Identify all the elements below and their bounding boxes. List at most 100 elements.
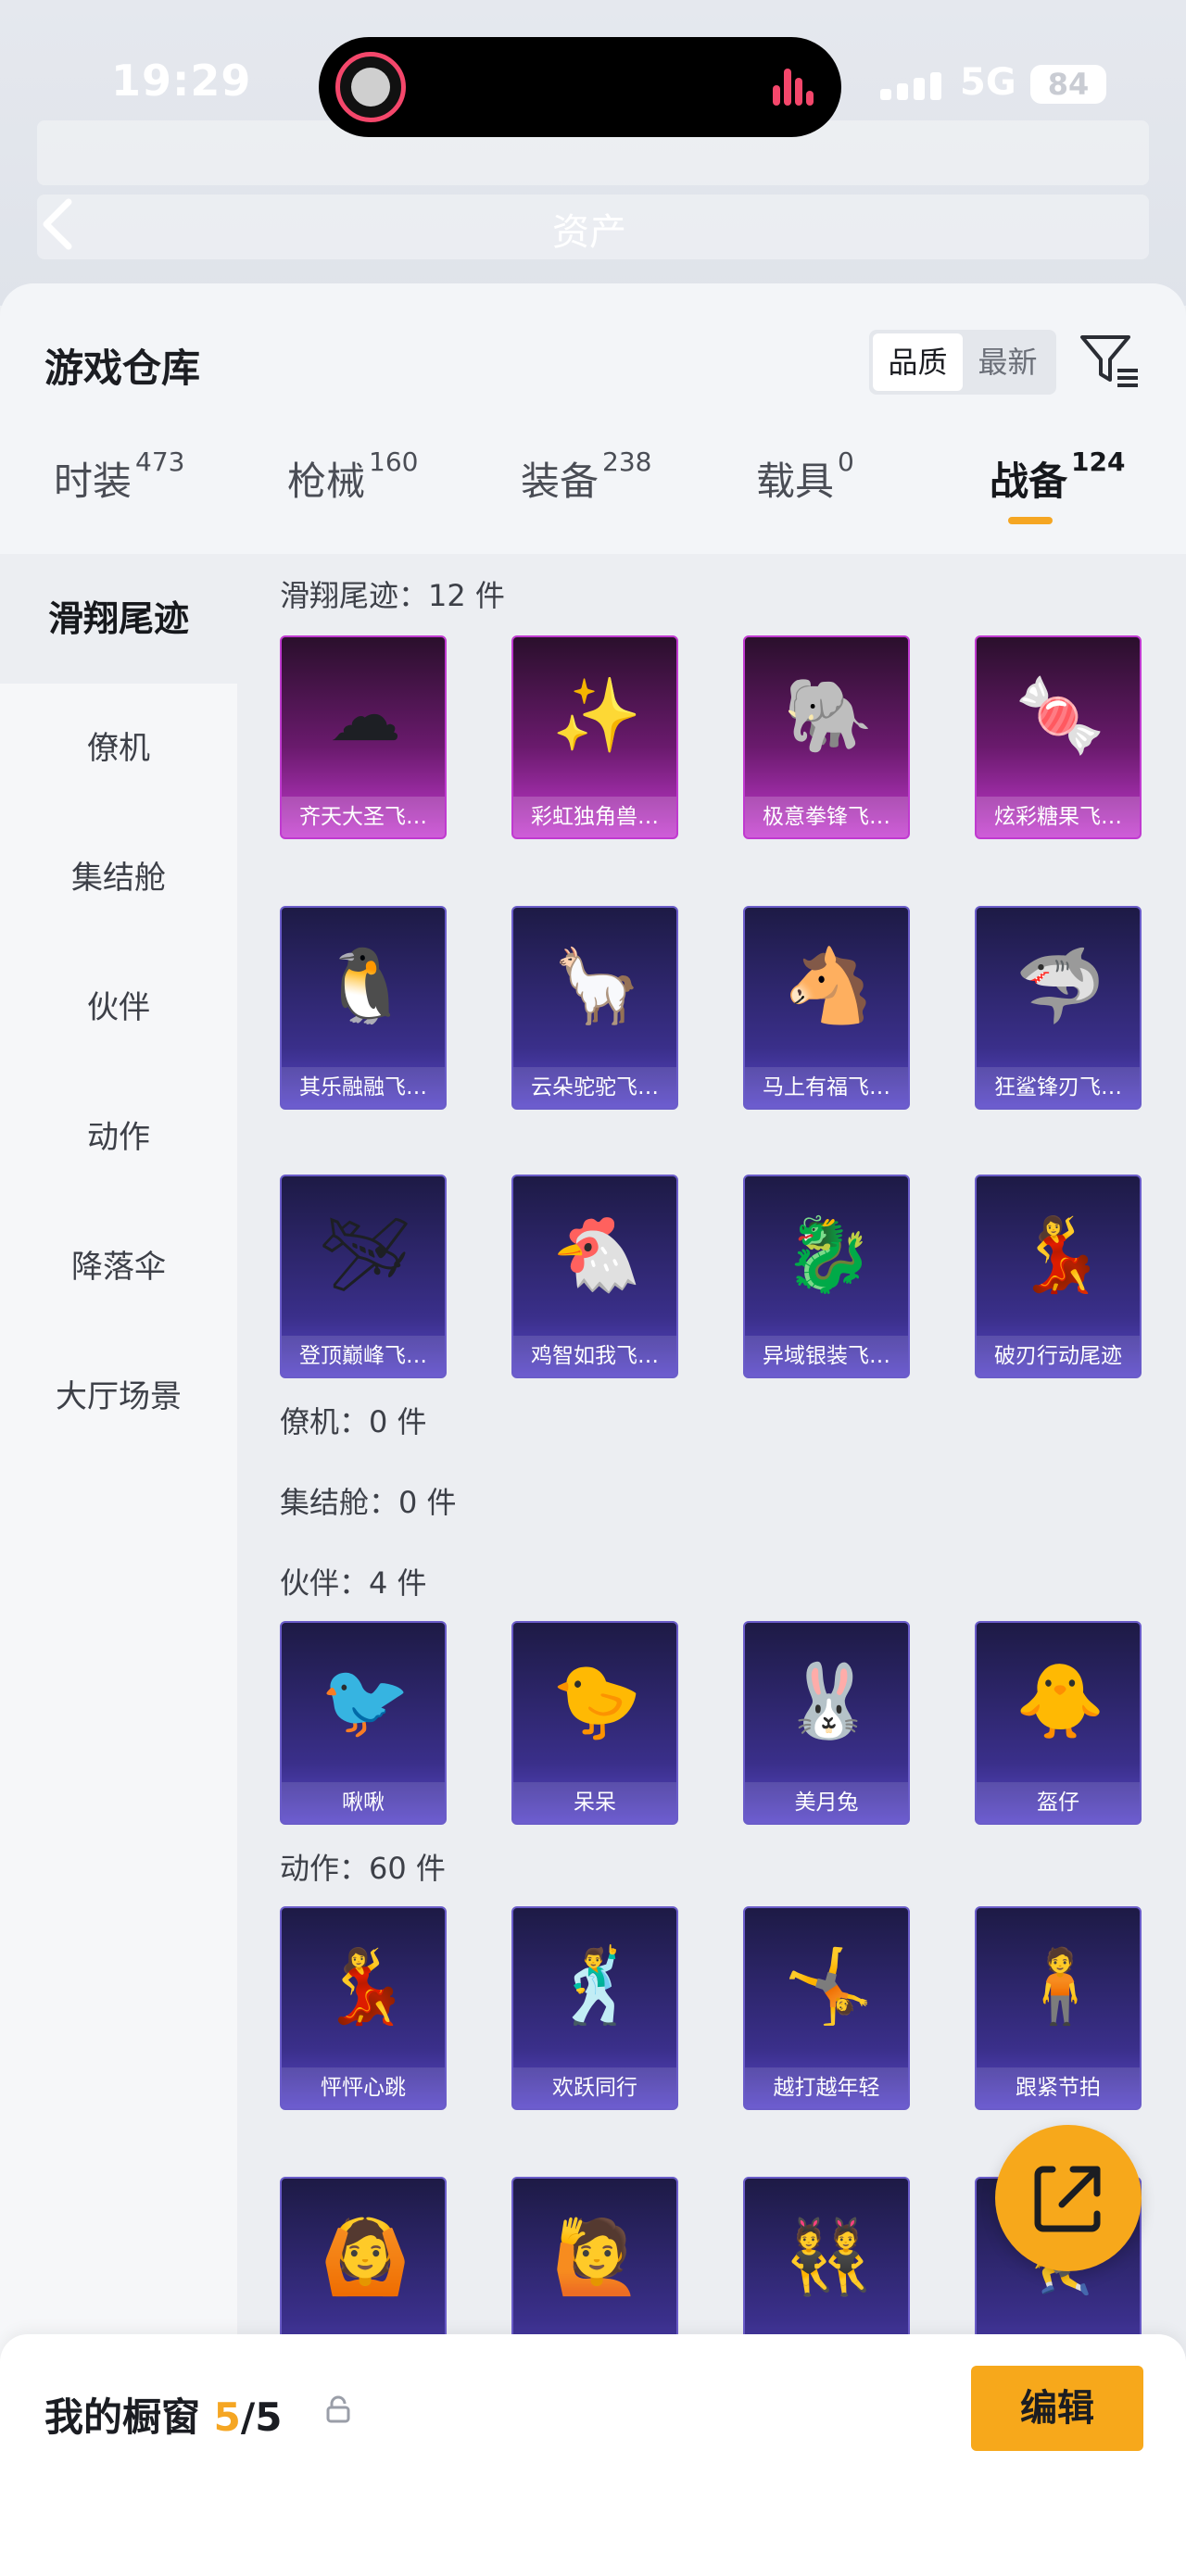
music-avatar-icon xyxy=(335,52,406,122)
edit-button[interactable]: 编辑 xyxy=(971,2366,1143,2451)
sidebar-item-rally-pod[interactable]: 集结舱 xyxy=(0,813,237,943)
lock-icon xyxy=(326,2395,350,2423)
showcase-count-total: /5 xyxy=(240,2394,283,2440)
item-image: 🦈 xyxy=(1015,945,1105,1028)
status-time: 19:29 xyxy=(111,56,252,106)
item-card[interactable]: ✨ 彩虹独角兽… xyxy=(511,635,678,839)
audio-bars-icon xyxy=(773,69,814,106)
tab-vehicles[interactable]: 载具 0 xyxy=(756,446,854,552)
section-label-glide-trails: 滑翔尾迹：12 件 xyxy=(280,578,505,613)
item-image: 🐦 xyxy=(320,1660,410,1743)
item-name: 鸡智如我飞… xyxy=(513,1336,676,1376)
share-button[interactable] xyxy=(995,2125,1142,2271)
sort-quality-button[interactable]: 品质 xyxy=(873,333,963,391)
item-name: 云朵驼驼飞… xyxy=(513,1067,676,1108)
item-image: ✨ xyxy=(551,674,642,758)
sidebar-item-wingman[interactable]: 僚机 xyxy=(0,684,237,813)
item-name: 呆呆 xyxy=(513,1782,676,1823)
subcategory-sidebar: 滑翔尾迹 僚机 集结舱 伙伴 动作 降落伞 大厅场景 xyxy=(0,554,237,2576)
item-card[interactable]: ☁ 齐天大圣飞… xyxy=(280,635,447,839)
showcase-title: 我的橱窗 5/5 xyxy=(44,2394,283,2440)
item-card[interactable]: 🐦 啾啾 xyxy=(280,1621,447,1825)
item-image: 🐘 xyxy=(783,674,874,758)
section-label-rally-pod: 集结舱：0 件 xyxy=(280,1485,457,1520)
item-name: 异域银装飞… xyxy=(745,1336,908,1376)
tab-firearms[interactable]: 枪械 160 xyxy=(287,446,418,552)
item-image: 🦙 xyxy=(551,945,642,1028)
tab-equipment[interactable]: 装备 238 xyxy=(521,446,651,552)
item-card[interactable]: 🦈 狂鲨锋刃飞… xyxy=(975,906,1142,1110)
item-image: 👯 xyxy=(783,2216,874,2299)
item-card[interactable]: 🛩 登顶巅峰飞… xyxy=(280,1175,447,1378)
item-name: 跟紧节拍 xyxy=(977,2067,1140,2108)
item-card[interactable]: 🐴 马上有福飞… xyxy=(743,906,910,1110)
body-area: 滑翔尾迹 僚机 集结舱 伙伴 动作 降落伞 大厅场景 滑翔尾迹：12 件 ☁ 齐天… xyxy=(0,554,1186,2576)
item-name: 美月兔 xyxy=(745,1782,908,1823)
dynamic-island[interactable] xyxy=(319,37,841,137)
item-name: 极意拳锋飞… xyxy=(745,797,908,837)
item-image: 🐉 xyxy=(783,1213,874,1297)
category-tabs: 时装 473 枪械 160 装备 238 载具 0 战备 124 xyxy=(0,446,1186,552)
section-label-partners: 伙伴：4 件 xyxy=(280,1565,427,1601)
sidebar-item-parachute[interactable]: 降落伞 xyxy=(0,1202,237,1332)
item-name: 盔仔 xyxy=(977,1782,1140,1823)
sidebar-item-emotes[interactable]: 动作 xyxy=(0,1073,237,1202)
item-card[interactable]: 🐘 极意拳锋飞… xyxy=(743,635,910,839)
item-image: 🙋 xyxy=(551,2216,642,2299)
network-label: 5G xyxy=(960,61,1016,104)
item-image: 🐰 xyxy=(783,1660,874,1743)
tab-battle-gear[interactable]: 战备 124 xyxy=(990,446,1125,552)
item-image: 🍬 xyxy=(1015,674,1105,758)
item-name: 啾啾 xyxy=(282,1782,445,1823)
item-image: 🕺 xyxy=(551,1945,642,2029)
item-grid-area: 滑翔尾迹：12 件 ☁ 齐天大圣飞… ✨ 彩虹独角兽… 🐘 极意拳锋飞… 🍬 炫彩糖果飞… xyxy=(237,554,1186,2576)
item-card[interactable]: 🐔 鸡智如我飞… xyxy=(511,1175,678,1378)
item-card[interactable]: 🦙 云朵驼驼飞… xyxy=(511,906,678,1110)
item-card[interactable]: 💃 怦怦心跳 xyxy=(280,1906,447,2110)
item-name: 登顶巅峰飞… xyxy=(282,1336,445,1376)
tab-fashion[interactable]: 时装 473 xyxy=(54,446,184,552)
signal-icon xyxy=(880,69,945,100)
showcase-count-current: 5 xyxy=(213,2394,241,2440)
item-image: 💃 xyxy=(1015,1213,1105,1297)
item-name: 彩虹独角兽… xyxy=(513,797,676,837)
item-card[interactable]: 🧍 跟紧节拍 xyxy=(975,1906,1142,2110)
sidebar-item-partners[interactable]: 伙伴 xyxy=(0,943,237,1073)
backdrop-title: 资产 xyxy=(552,211,626,254)
section-label-emotes: 动作：60 件 xyxy=(280,1851,446,1886)
item-card[interactable]: 🍬 炫彩糖果飞… xyxy=(975,635,1142,839)
item-image: 🐥 xyxy=(1015,1660,1105,1743)
item-card[interactable]: 🐰 美月兔 xyxy=(743,1621,910,1825)
item-image: 🐤 xyxy=(551,1660,642,1743)
item-card[interactable]: 🐧 其乐融融飞… xyxy=(280,906,447,1110)
item-card[interactable]: 🐉 异域银装飞… xyxy=(743,1175,910,1378)
item-name: 破刃行动尾迹 xyxy=(977,1336,1140,1376)
battery-icon: 84 xyxy=(1030,65,1106,104)
showcase-footer: 我的橱窗 5/5 编辑 xyxy=(0,2334,1186,2576)
item-image: 🙆 xyxy=(320,2216,410,2299)
item-name: 其乐融融飞… xyxy=(282,1067,445,1108)
item-card[interactable]: 🕺 欢跃同行 xyxy=(511,1906,678,2110)
filter-icon[interactable] xyxy=(1077,328,1142,393)
item-image: 🤸 xyxy=(783,1945,874,2029)
item-name: 齐天大圣飞… xyxy=(282,797,445,837)
item-image: 🐧 xyxy=(320,945,410,1028)
item-name: 马上有福飞… xyxy=(745,1067,908,1108)
item-name: 越打越年轻 xyxy=(745,2067,908,2108)
sidebar-item-glide-trails[interactable]: 滑翔尾迹 xyxy=(0,554,237,684)
item-image: 🐔 xyxy=(551,1213,642,1297)
sheet-title: 游戏仓库 xyxy=(44,346,201,391)
item-image: 🧍 xyxy=(1015,1945,1105,2029)
back-arrow-icon[interactable] xyxy=(37,196,78,252)
item-image: 💃 xyxy=(320,1945,410,2029)
sidebar-item-lobby-scene[interactable]: 大厅场景 xyxy=(0,1332,237,1462)
section-label-wingman: 僚机：0 件 xyxy=(280,1404,427,1439)
item-image: ☁ xyxy=(329,674,401,758)
item-card[interactable]: 💃 破刃行动尾迹 xyxy=(975,1175,1142,1378)
item-image: 🐴 xyxy=(783,945,874,1028)
item-card[interactable]: 🤸 越打越年轻 xyxy=(743,1906,910,2110)
item-name: 狂鲨锋刃飞… xyxy=(977,1067,1140,1108)
sort-newest-button[interactable]: 最新 xyxy=(963,333,1053,391)
item-card[interactable]: 🐤 呆呆 xyxy=(511,1621,678,1825)
item-card[interactable]: 🐥 盔仔 xyxy=(975,1621,1142,1825)
